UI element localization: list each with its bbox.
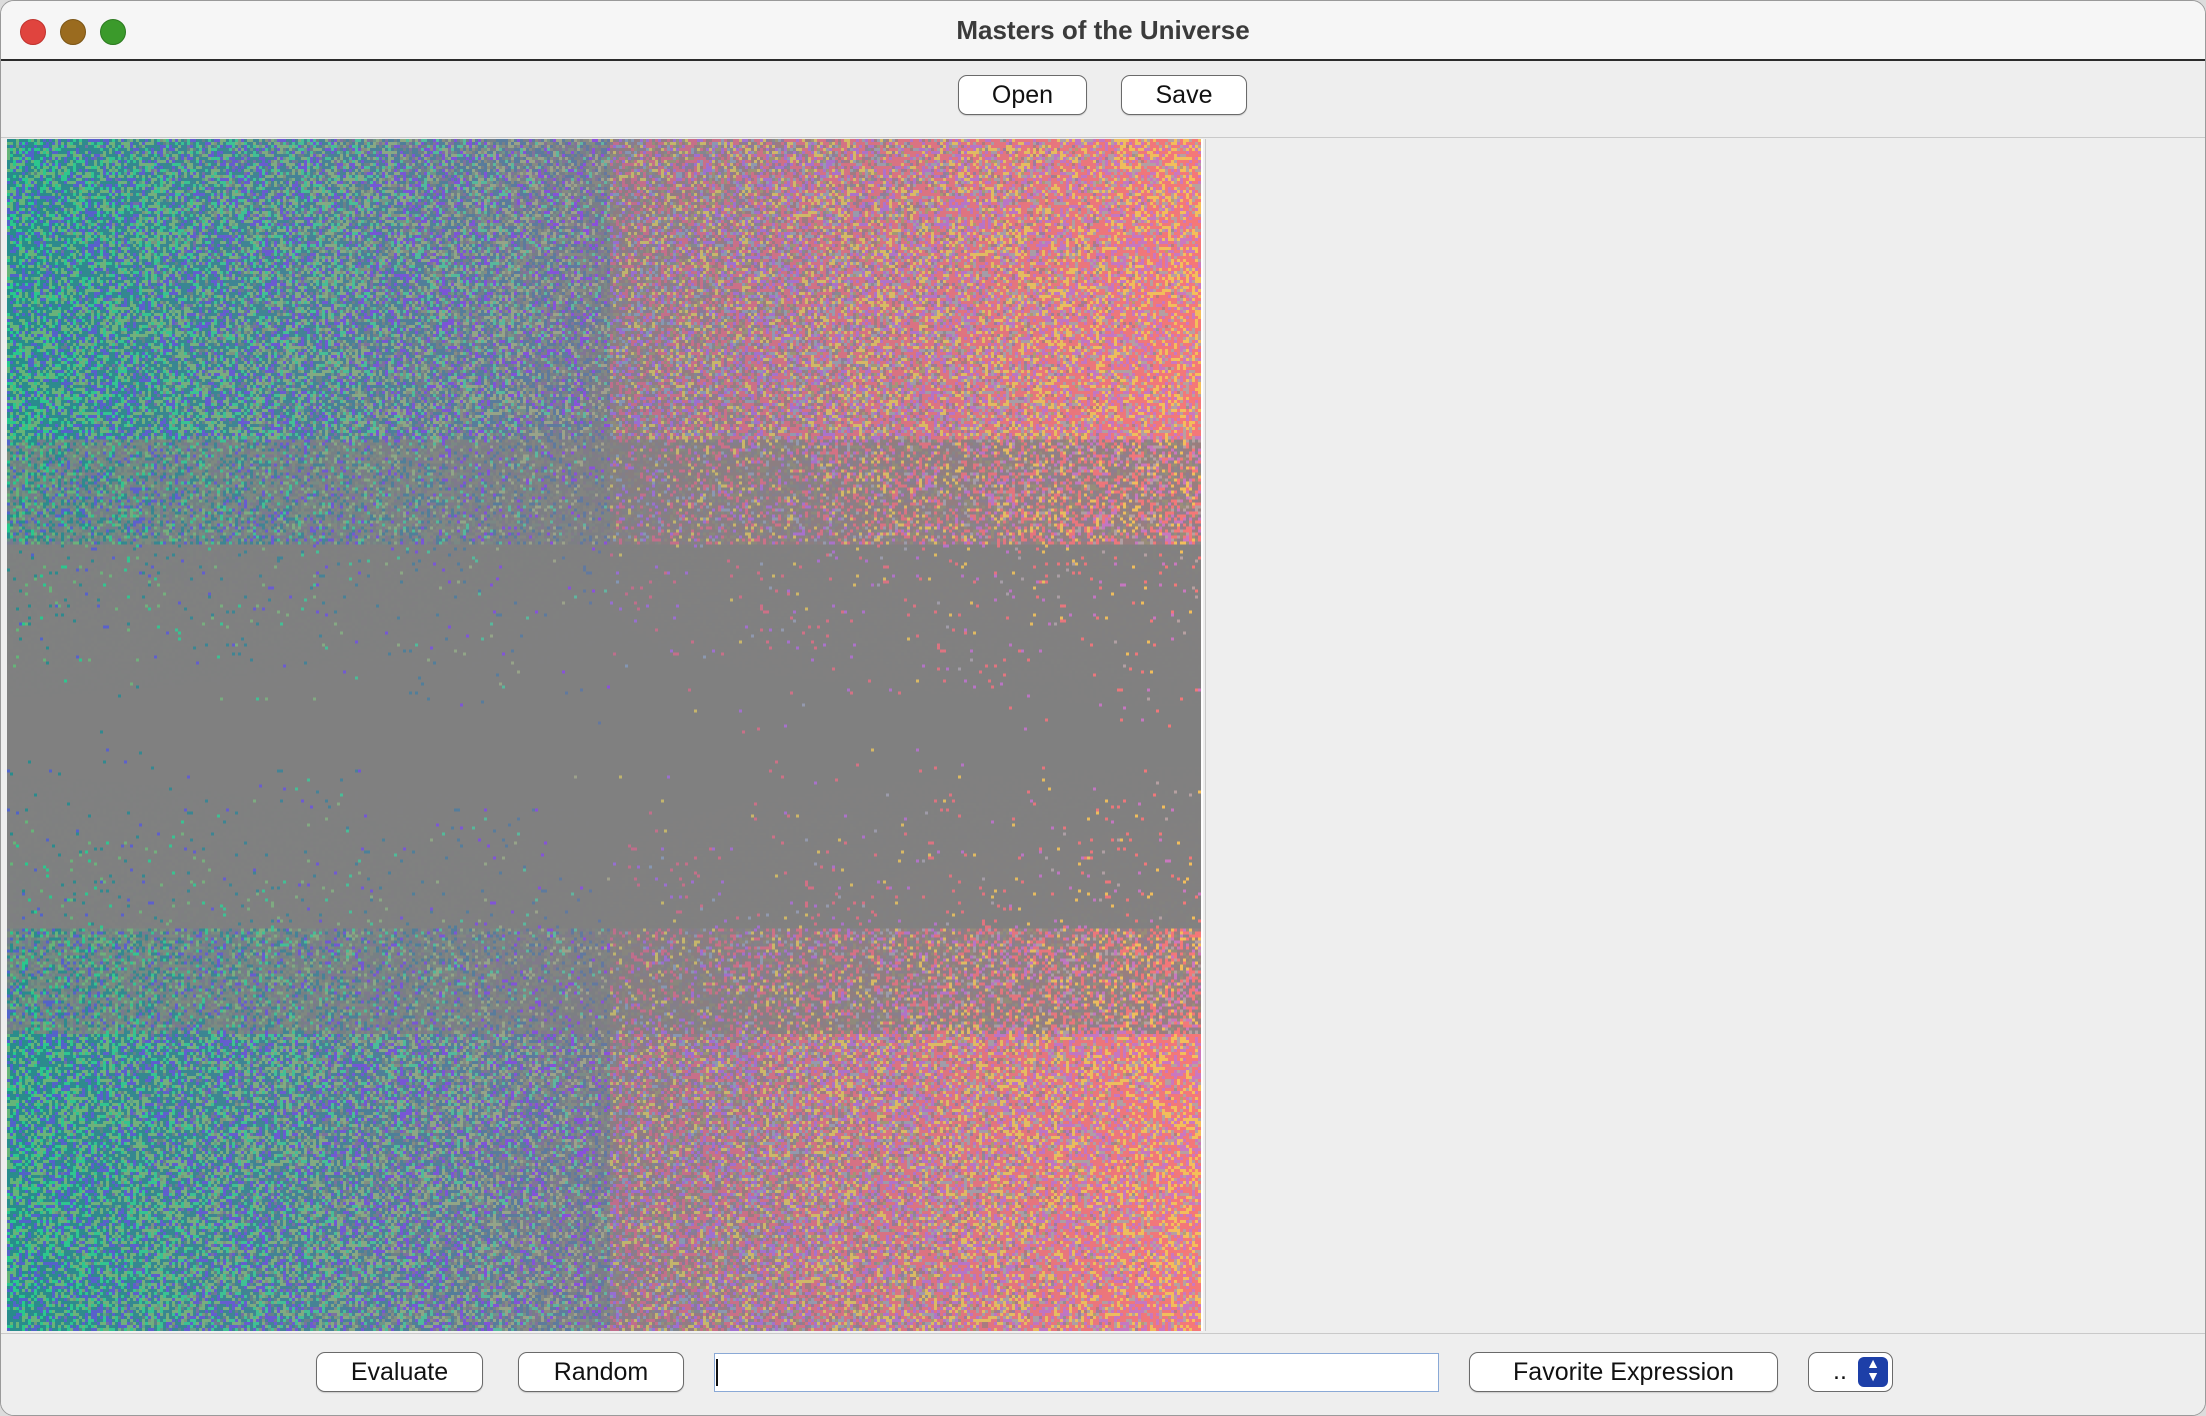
expression-input[interactable] xyxy=(714,1353,1439,1392)
top-toolbar xyxy=(1,61,2205,137)
toolbar-divider xyxy=(1,137,2205,138)
favorite-expression-button[interactable]: Favorite Expression xyxy=(1469,1352,1778,1392)
app-window: Masters of the Universe xyxy=(0,0,2206,1416)
save-button[interactable]: Save xyxy=(1121,75,1247,115)
window-title: Masters of the Universe xyxy=(956,15,1250,45)
generated-image xyxy=(7,139,1201,1331)
random-button[interactable]: Random xyxy=(518,1352,684,1392)
right-panel xyxy=(1205,139,2204,1331)
expression-select-value: .. xyxy=(1833,1357,1847,1385)
open-button[interactable]: Open xyxy=(958,75,1087,115)
generated-image-panel xyxy=(7,139,1203,1331)
title-bar: Masters of the Universe xyxy=(1,1,2205,61)
text-caret xyxy=(716,1359,718,1386)
evaluate-button[interactable]: Evaluate xyxy=(316,1352,483,1392)
expression-select[interactable]: .. ▲ ▼ xyxy=(1808,1352,1893,1392)
chevron-up-down-icon: ▲ ▼ xyxy=(1858,1356,1888,1387)
